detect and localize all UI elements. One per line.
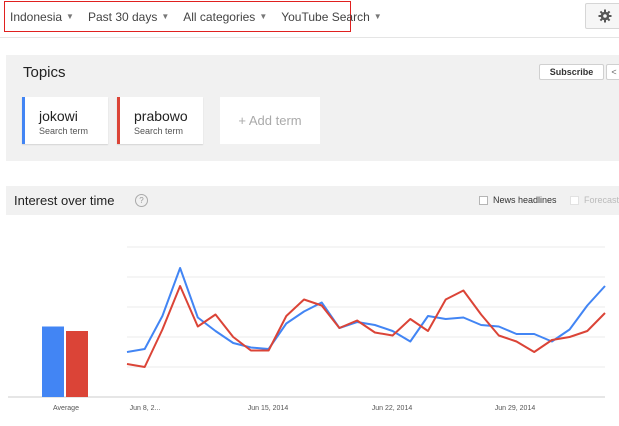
term-card-prabowo[interactable]: prabowo Search term bbox=[117, 97, 203, 144]
settings-button[interactable] bbox=[585, 3, 619, 29]
filter-category-dropdown[interactable]: All categories ▼ bbox=[183, 10, 267, 24]
help-icon[interactable]: ? bbox=[135, 194, 148, 207]
filter-category-label: All categories bbox=[183, 9, 256, 24]
term-card-jokowi[interactable]: jokowi Search term bbox=[22, 97, 108, 144]
subscribe-button[interactable]: Subscribe bbox=[539, 64, 604, 80]
filter-time-dropdown[interactable]: Past 30 days ▼ bbox=[88, 10, 169, 24]
x-tick-label: Jun 15, 2014 bbox=[248, 405, 289, 412]
share-icon: < bbox=[611, 67, 617, 77]
term-type: Search term bbox=[39, 126, 89, 136]
interest-title: Interest over time bbox=[14, 193, 115, 208]
filter-region-dropdown[interactable]: Indonesia ▼ bbox=[10, 10, 74, 24]
average-label: Average bbox=[53, 405, 79, 412]
filter-bar: Indonesia ▼ Past 30 days ▼ All categorie… bbox=[4, 1, 382, 32]
share-button[interactable]: < bbox=[606, 64, 619, 80]
average-bar-jokowi bbox=[42, 326, 64, 397]
series-line-jokowi bbox=[126, 267, 606, 353]
topics-panel: Topics Subscribe < jokowi Search term pr… bbox=[6, 55, 619, 161]
filter-property-label: YouTube Search bbox=[281, 9, 370, 24]
x-tick-label: Jun 29, 2014 bbox=[495, 405, 536, 412]
news-headlines-checkbox[interactable] bbox=[479, 196, 488, 205]
chevron-down-icon: ▼ bbox=[259, 12, 268, 21]
filter-region-label: Indonesia bbox=[10, 9, 63, 24]
series-line-prabowo bbox=[126, 285, 606, 368]
gear-icon bbox=[598, 9, 612, 23]
news-headlines-label: News headlines bbox=[493, 195, 557, 205]
interest-chart: Average Jun 8, 2... Jun 15, 2014 Jun 22, 20… bbox=[8, 246, 606, 412]
x-tick-label: Jun 8, 2... bbox=[130, 405, 161, 412]
filter-time-label: Past 30 days bbox=[87, 9, 158, 24]
average-bar-prabowo bbox=[66, 331, 88, 397]
term-name: prabowo bbox=[134, 108, 188, 124]
header-divider bbox=[0, 37, 619, 38]
chevron-down-icon: ▼ bbox=[373, 12, 382, 21]
x-tick-label: Jun 22, 2014 bbox=[372, 405, 413, 412]
filter-property-dropdown[interactable]: YouTube Search ▼ bbox=[281, 10, 381, 24]
add-term-button[interactable]: + Add term bbox=[220, 97, 320, 144]
chevron-down-icon: ▼ bbox=[161, 12, 170, 21]
term-name: jokowi bbox=[39, 108, 78, 124]
term-type: Search term bbox=[134, 126, 184, 136]
interest-header: Interest over time ? News headlines Fore… bbox=[6, 186, 619, 215]
chevron-down-icon: ▼ bbox=[66, 12, 74, 21]
forecast-label: Forecast bbox=[584, 195, 619, 205]
topics-title: Topics bbox=[23, 64, 66, 81]
forecast-checkbox bbox=[570, 196, 579, 205]
